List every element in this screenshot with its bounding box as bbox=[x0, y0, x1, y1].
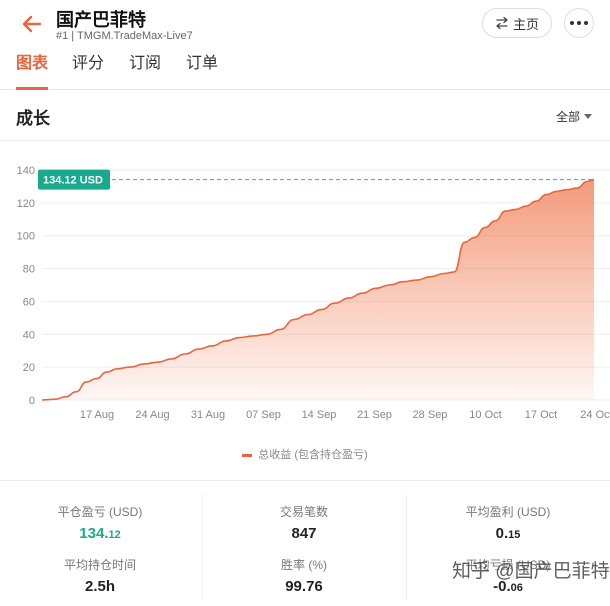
stat-closed-pnl: 平仓盈亏 (USD) 134.12 bbox=[0, 503, 200, 542]
divider bbox=[0, 140, 610, 141]
stat-label: 胜率 (%) bbox=[281, 558, 327, 572]
stat-avg-hold-time: 平均持仓时间 2.5h bbox=[0, 556, 200, 595]
stat-label: 平均盈利 (USD) bbox=[465, 505, 551, 519]
y-tick-label: 100 bbox=[17, 231, 35, 243]
home-button[interactable]: 主页 bbox=[482, 8, 552, 38]
stat-value: 2.5h bbox=[84, 578, 115, 595]
back-arrow-icon[interactable] bbox=[20, 12, 44, 36]
watermark: 知乎 @国产巴菲特 bbox=[452, 561, 610, 582]
x-tick-label: 17 Oct bbox=[525, 409, 557, 421]
y-tick-label: 40 bbox=[23, 329, 35, 341]
x-tick-label: 17 Aug bbox=[80, 409, 114, 421]
range-filter-label: 全部 bbox=[556, 110, 581, 124]
account-subtitle: #1 | TMGM.TradeMax-Live7 bbox=[56, 30, 193, 42]
app-header: 国产巴菲特 #1 | TMGM.TradeMax-Live7 主页 bbox=[0, 0, 610, 48]
chart-legend[interactable]: 总收益 (包含持仓盈亏) bbox=[0, 446, 610, 462]
more-options-button[interactable] bbox=[564, 8, 594, 38]
y-tick-label: 120 bbox=[17, 198, 35, 210]
page-title: 国产巴菲特 bbox=[56, 10, 146, 30]
swap-icon bbox=[496, 16, 508, 30]
tab-chart[interactable]: 图表 bbox=[16, 54, 49, 90]
tab-orders[interactable]: 订单 bbox=[186, 54, 218, 90]
range-filter-dropdown[interactable]: 全部 bbox=[556, 108, 593, 125]
x-tick-label: 07 Sep bbox=[246, 409, 281, 421]
x-tick-label: 10 Oct bbox=[469, 409, 501, 421]
x-tick-label: 24 Oct bbox=[580, 409, 610, 421]
y-tick-label: 60 bbox=[23, 296, 35, 308]
tab-bar: 图表 评分 订阅 订单 bbox=[0, 48, 610, 90]
growth-chart: 0 20 40 60 80 100 120 140 17 Aug 24 Aug 31 Aug 07 … bbox=[17, 165, 610, 421]
current-value-label: 134.12 USD bbox=[43, 175, 103, 187]
legend-label: 总收益 (包含持仓盈亏) bbox=[258, 449, 368, 461]
x-tick-label: 28 Sep bbox=[413, 409, 448, 421]
divider bbox=[0, 480, 610, 481]
section-title: 成长 bbox=[16, 109, 50, 128]
stat-win-rate: 胜率 (%) 99.76 bbox=[204, 556, 404, 595]
home-button-label: 主页 bbox=[512, 16, 539, 32]
stat-value: 99.76 bbox=[285, 578, 323, 595]
caret-down-icon bbox=[584, 114, 593, 119]
stat-avg-profit: 平均盈利 (USD) 0.15 bbox=[408, 503, 608, 542]
y-tick-label: 0 bbox=[29, 395, 35, 407]
more-dot-icon bbox=[577, 21, 581, 25]
divider bbox=[406, 494, 407, 600]
x-tick-label: 14 Sep bbox=[302, 409, 337, 421]
legend-swatch bbox=[242, 453, 253, 457]
stat-value: 134.12 bbox=[79, 525, 121, 542]
more-dot-icon bbox=[570, 21, 574, 25]
stat-value: 847 bbox=[291, 525, 317, 542]
divider bbox=[202, 494, 203, 600]
x-tick-label: 21 Sep bbox=[357, 409, 392, 421]
y-tick-label: 80 bbox=[23, 264, 35, 276]
tab-subscribe[interactable]: 订阅 bbox=[129, 54, 161, 90]
tab-rating[interactable]: 评分 bbox=[72, 54, 104, 90]
stat-label: 平仓盈亏 (USD) bbox=[57, 505, 143, 519]
y-tick-label: 20 bbox=[23, 362, 35, 374]
stat-trade-count: 交易笔数 847 bbox=[204, 503, 404, 542]
x-tick-label: 31 Aug bbox=[191, 409, 225, 421]
more-dot-icon bbox=[584, 21, 588, 25]
stat-label: 交易笔数 bbox=[279, 505, 328, 519]
stat-label: 平均持仓时间 bbox=[63, 558, 136, 572]
stat-value: 0.15 bbox=[495, 525, 521, 542]
y-tick-label: 140 bbox=[17, 165, 35, 177]
x-tick-label: 24 Aug bbox=[135, 409, 169, 421]
